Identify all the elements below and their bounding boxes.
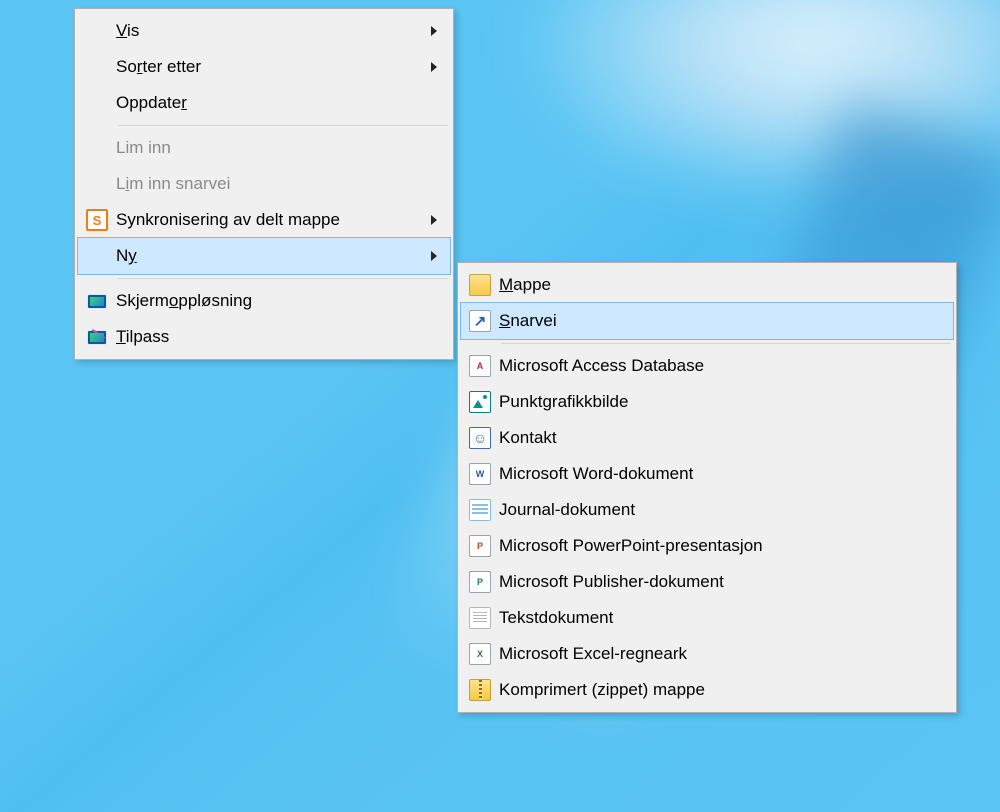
new-submenu-item[interactable]: W Microsoft Word-dokument xyxy=(461,456,953,492)
new-submenu-item[interactable]: P Microsoft Publisher-dokument xyxy=(461,564,953,600)
menu-item-label: Microsoft Word-dokument xyxy=(499,464,927,484)
new-submenu-item[interactable]: A Microsoft Access Database xyxy=(461,348,953,384)
new-submenu: Mappe Snarvei A Microsoft Access Database Pu… xyxy=(457,262,957,713)
display-icon xyxy=(87,294,107,309)
mnemonic-underline: V xyxy=(116,21,127,40)
menu-item-label: Tekstdokument xyxy=(499,608,927,628)
new-submenu-item[interactable]: X Microsoft Excel-regneark xyxy=(461,636,953,672)
folder-icon xyxy=(469,274,491,296)
mnemonic-underline: M xyxy=(499,275,513,294)
new-submenu-item[interactable]: ☺ Kontakt xyxy=(461,420,953,456)
journal-file-icon xyxy=(469,499,491,521)
powerpoint-file-icon: P xyxy=(469,535,491,557)
menu-item-label: Snarvei xyxy=(499,311,927,331)
menu-item-label: Punktgrafikkbilde xyxy=(499,392,927,412)
menu-item-label: Vis xyxy=(116,21,424,41)
mnemonic-underline: S xyxy=(499,311,510,330)
context-menu-item[interactable]: S Synkronisering av delt mappe xyxy=(78,202,450,238)
access-file-icon: A xyxy=(469,355,491,377)
menu-separator xyxy=(118,278,448,279)
submenu-arrow-slot xyxy=(424,21,444,41)
submenu-arrow-slot xyxy=(424,210,444,230)
menu-item-label: Oppdater xyxy=(116,93,424,113)
new-submenu-item[interactable]: Mappe xyxy=(461,267,953,303)
desktop-context-menu: Vis Sorter etter Oppdater Lim inn Lim inn sn… xyxy=(74,8,454,360)
menu-item-label: Ny xyxy=(116,246,424,266)
menu-item-label: Mappe xyxy=(499,275,927,295)
personalize-icon xyxy=(87,330,107,345)
word-file-icon: W xyxy=(469,463,491,485)
publisher-file-icon: P xyxy=(469,571,491,593)
menu-item-label: Synkronisering av delt mappe xyxy=(116,210,424,230)
desktop-background[interactable]: Vis Sorter etter Oppdater Lim inn Lim inn sn… xyxy=(0,0,1000,812)
context-menu-item[interactable]: Oppdater xyxy=(78,85,450,121)
menu-item-label: Skjermoppløsning xyxy=(116,291,424,311)
bitmap-file-icon xyxy=(469,391,491,413)
new-submenu-item[interactable]: Tekstdokument xyxy=(461,600,953,636)
sync-icon: S xyxy=(86,209,108,231)
wallpaper-decoration xyxy=(460,0,1000,240)
chevron-right-icon xyxy=(431,215,437,225)
context-menu-item[interactable]: Skjermoppløsning xyxy=(78,283,450,319)
context-menu-item[interactable]: Tilpass xyxy=(78,319,450,355)
menu-separator xyxy=(501,343,951,344)
text-file-icon xyxy=(469,607,491,629)
mnemonic-underline: y xyxy=(128,246,137,265)
chevron-right-icon xyxy=(431,26,437,36)
chevron-right-icon xyxy=(431,251,437,261)
menu-separator xyxy=(118,125,448,126)
context-menu-item[interactable]: Vis xyxy=(78,13,450,49)
menu-item-label: Sorter etter xyxy=(116,57,424,77)
context-menu-item: Lim inn snarvei xyxy=(78,166,450,202)
new-submenu-item[interactable]: P Microsoft PowerPoint-presentasjon xyxy=(461,528,953,564)
new-submenu-item[interactable]: Snarvei xyxy=(461,303,953,339)
new-submenu-item[interactable]: Journal-dokument xyxy=(461,492,953,528)
submenu-arrow-slot xyxy=(424,246,444,266)
menu-item-label: Lim inn xyxy=(116,138,424,158)
menu-item-label: Lim inn snarvei xyxy=(116,174,424,194)
chevron-right-icon xyxy=(431,62,437,72)
new-submenu-item[interactable]: Punktgrafikkbilde xyxy=(461,384,953,420)
excel-file-icon: X xyxy=(469,643,491,665)
new-submenu-item[interactable]: Komprimert (zippet) mappe xyxy=(461,672,953,708)
shortcut-icon xyxy=(469,310,491,332)
menu-item-label: Microsoft Excel-regneark xyxy=(499,644,927,664)
menu-item-label: Microsoft Access Database xyxy=(499,356,927,376)
contact-file-icon: ☺ xyxy=(469,427,491,449)
submenu-arrow-slot xyxy=(424,57,444,77)
mnemonic-underline: T xyxy=(116,327,126,346)
mnemonic-underline: r xyxy=(181,93,187,112)
menu-item-label: Microsoft PowerPoint-presentasjon xyxy=(499,536,927,556)
menu-item-label: Tilpass xyxy=(116,327,424,347)
menu-item-label: Microsoft Publisher-dokument xyxy=(499,572,927,592)
menu-item-label: Kontakt xyxy=(499,428,927,448)
mnemonic-underline: o xyxy=(169,291,178,310)
zip-folder-icon xyxy=(469,679,491,701)
context-menu-item[interactable]: Ny xyxy=(78,238,450,274)
menu-item-label: Komprimert (zippet) mappe xyxy=(499,680,927,700)
context-menu-item[interactable]: Sorter etter xyxy=(78,49,450,85)
context-menu-item: Lim inn xyxy=(78,130,450,166)
menu-item-label: Journal-dokument xyxy=(499,500,927,520)
